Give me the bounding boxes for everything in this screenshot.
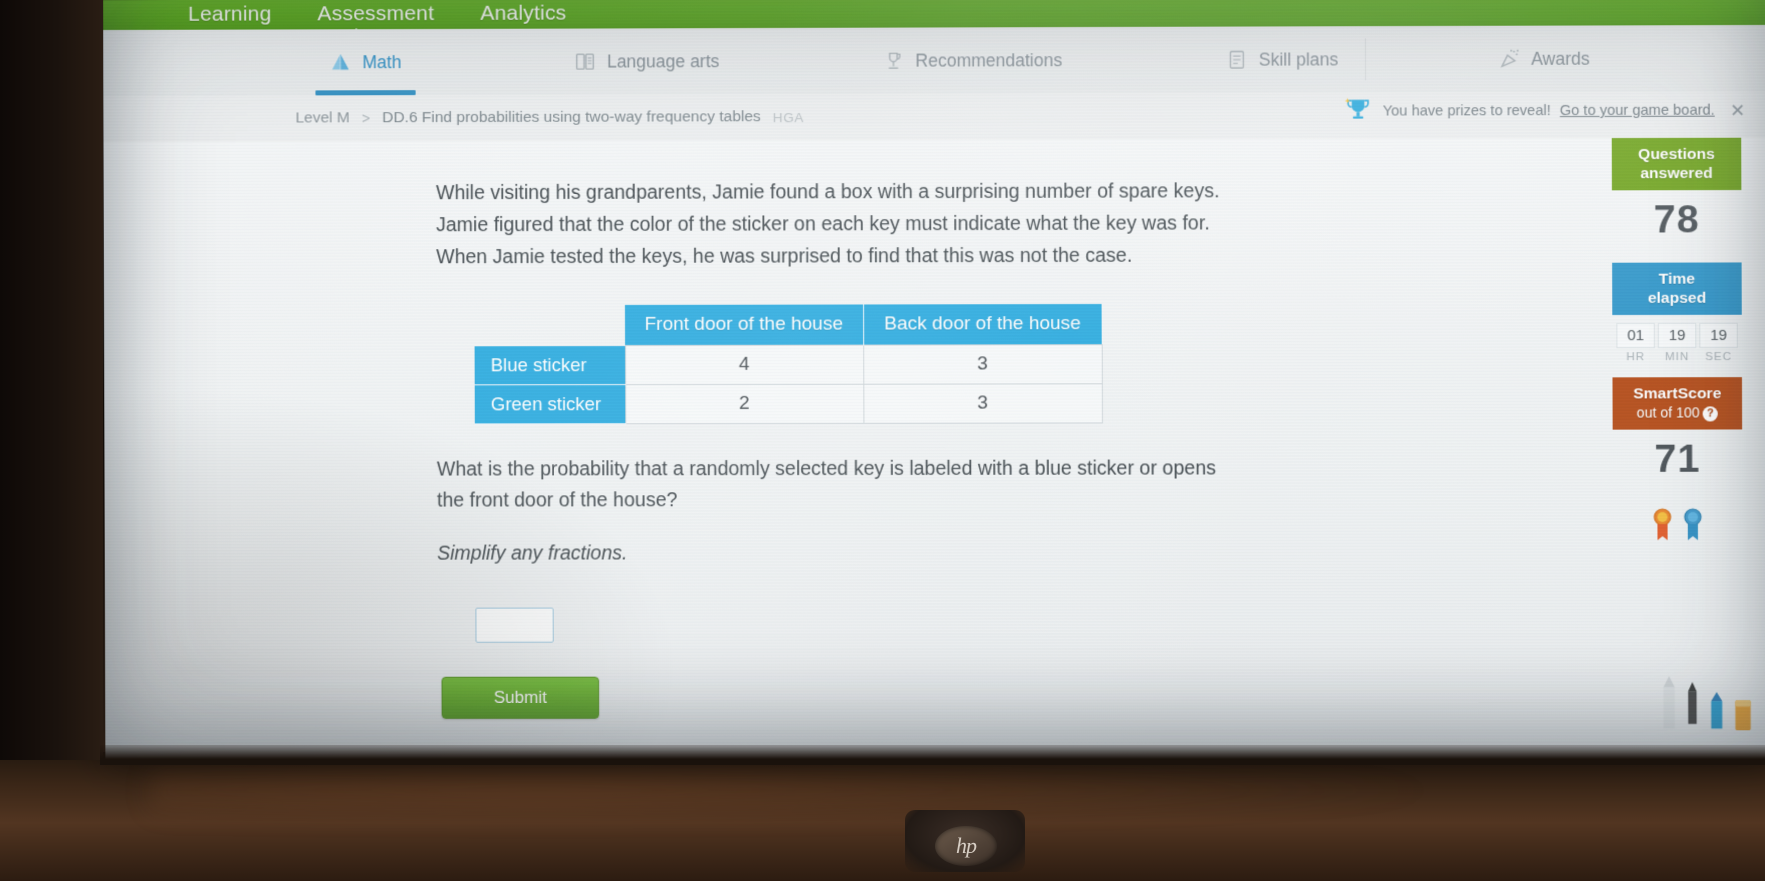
- marker-orange-icon: [1733, 698, 1753, 737]
- timer-hours: 01 HR: [1616, 322, 1655, 364]
- hp-logo: hp: [935, 826, 997, 866]
- table-cell-blue-front: 4: [625, 345, 864, 385]
- pen-icon: [1684, 682, 1700, 737]
- timer-seconds-value: 19: [1699, 322, 1738, 349]
- pencil-icon: [1661, 675, 1677, 737]
- active-nav-notch: [343, 28, 370, 40]
- submit-button[interactable]: Submit: [441, 676, 600, 719]
- top-nav-learning[interactable]: Learning: [188, 2, 271, 26]
- smartscore-subtitle-row: out of 100?: [1617, 403, 1738, 422]
- timer-seconds: 19 SEC: [1699, 322, 1738, 364]
- smartscore-panel: SmartScore out of 100? 71: [1612, 377, 1743, 494]
- table-corner-cell: [474, 305, 625, 346]
- monitor-screen: Learning Assessment Analytics Math Langu…: [103, 0, 1765, 761]
- question-content-area: While visiting his grandparents, Jamie f…: [103, 137, 1765, 761]
- smartscore-subtitle: out of 100: [1636, 404, 1700, 421]
- confetti-icon: [1498, 48, 1520, 70]
- timer-minutes-value: 19: [1657, 322, 1697, 349]
- breadcrumb-separator-icon: >: [361, 110, 371, 127]
- time-elapsed-title-1: Time: [1658, 270, 1696, 288]
- breadcrumb-level[interactable]: Level M: [295, 109, 349, 127]
- answer-input[interactable]: [475, 607, 554, 643]
- tab-math-label: Math: [362, 51, 402, 72]
- timer-seconds-label: SEC: [1705, 351, 1733, 364]
- question-intro-line-2: Jamie figured that the color of the stic…: [436, 212, 1210, 237]
- table-row: Green sticker 2 3: [474, 383, 1102, 424]
- close-icon[interactable]: ✕: [1730, 100, 1745, 120]
- top-navigation-bar: Learning Assessment Analytics: [103, 0, 1765, 30]
- progress-sidebar: Questions answered 78 Time elapsed 01 HR…: [1611, 137, 1743, 562]
- tab-recommendations-label: Recommendations: [915, 49, 1063, 71]
- smartscore-header: SmartScore out of 100?: [1612, 377, 1743, 430]
- breadcrumb: Level M > DD.6 Find probabilities using …: [295, 108, 804, 127]
- desk-tools: [1661, 675, 1753, 737]
- top-nav-items: Learning Assessment Analytics: [188, 2, 566, 27]
- timer-minutes: 19 MIN: [1657, 322, 1697, 364]
- breadcrumb-skill[interactable]: DD.6 Find probabilities using two-way fr…: [382, 108, 761, 127]
- tab-awards-label: Awards: [1531, 48, 1590, 69]
- help-icon[interactable]: ?: [1702, 406, 1718, 422]
- question-intro-line-1: While visiting his grandparents, Jamie f…: [435, 180, 1220, 205]
- question-prompt-line-2: the front door of the house?: [436, 489, 678, 512]
- awards-ribbons: [1613, 502, 1743, 561]
- question-prompt-line-1: What is the probability that a randomly …: [436, 457, 1216, 481]
- table-column-header-front-door: Front door of the house: [624, 304, 864, 346]
- prize-message: You have prizes to reveal!: [1382, 103, 1551, 120]
- questions-answered-title-1: Questions: [1638, 145, 1715, 164]
- two-way-frequency-table-wrapper: Front door of the house Back door of the…: [474, 303, 1341, 425]
- trophy-icon: [1343, 96, 1373, 126]
- tab-recommendations[interactable]: Recommendations: [856, 27, 1089, 94]
- time-elapsed-panel: Time elapsed 01 HR 19 MIN 19 SEC: [1612, 262, 1742, 363]
- pyramid-icon: [329, 51, 351, 73]
- ribbon-award-orange-icon[interactable]: [1652, 508, 1672, 547]
- book-icon: [574, 51, 596, 73]
- timer-display: 01 HR 19 MIN 19 SEC: [1612, 315, 1742, 364]
- table-cell-blue-back: 3: [863, 344, 1102, 385]
- tab-language-arts-label: Language arts: [606, 50, 720, 72]
- top-nav-assessment[interactable]: Assessment: [318, 2, 435, 26]
- monitor-bezel-left: [0, 0, 103, 760]
- table-column-header-back-door: Back door of the house: [863, 303, 1102, 346]
- smartscore-value: 71: [1654, 437, 1701, 481]
- desk-blur: [150, 760, 1450, 820]
- question-body: While visiting his grandparents, Jamie f…: [436, 177, 1343, 719]
- game-board-link[interactable]: Go to your game board.: [1560, 103, 1715, 120]
- questions-answered-value: 78: [1653, 198, 1700, 242]
- table-row-header-green-sticker: Green sticker: [474, 384, 626, 424]
- monitor-bezel-bottom: [100, 745, 1765, 765]
- trophy-stand-icon: [882, 50, 904, 72]
- tab-awards[interactable]: Awards: [1471, 25, 1616, 92]
- smartscore-title: SmartScore: [1633, 385, 1722, 403]
- prize-banner: You have prizes to reveal! Go to your ga…: [1343, 95, 1745, 126]
- table-row-header-blue-sticker: Blue sticker: [474, 345, 626, 385]
- breadcrumb-skill-code: HGA: [772, 109, 805, 125]
- question-instruction: Simplify any fractions.: [437, 542, 628, 565]
- questions-answered-panel: Questions answered 78: [1611, 137, 1742, 255]
- questions-answered-header: Questions answered: [1611, 137, 1742, 191]
- timer-hours-label: HR: [1626, 351, 1646, 364]
- two-way-frequency-table: Front door of the house Back door of the…: [474, 303, 1102, 424]
- tab-language-arts[interactable]: Language arts: [548, 28, 746, 95]
- marker-blue-icon: [1708, 692, 1726, 737]
- time-elapsed-title-2: elapsed: [1647, 289, 1707, 307]
- questions-answered-title-2: answered: [1640, 164, 1713, 183]
- top-nav-analytics[interactable]: Analytics: [480, 2, 566, 26]
- time-elapsed-header: Time elapsed: [1612, 262, 1742, 316]
- ribbon-award-blue-icon[interactable]: [1683, 508, 1703, 547]
- clipboard-icon: [1225, 49, 1247, 71]
- timer-hours-value: 01: [1616, 322, 1655, 349]
- tab-skill-plans-label: Skill plans: [1258, 48, 1339, 70]
- tab-skill-plans[interactable]: Skill plans: [1199, 26, 1364, 93]
- tab-divider: [1364, 38, 1366, 81]
- table-header-row: Front door of the house Back door of the…: [474, 303, 1102, 346]
- timer-minutes-label: MIN: [1664, 351, 1690, 364]
- question-intro-line-3: When Jamie tested the keys, he was surpr…: [436, 244, 1133, 269]
- table-row: Blue sticker 4 3: [474, 344, 1102, 385]
- table-cell-green-back: 3: [863, 383, 1102, 424]
- table-cell-green-front: 2: [625, 384, 864, 424]
